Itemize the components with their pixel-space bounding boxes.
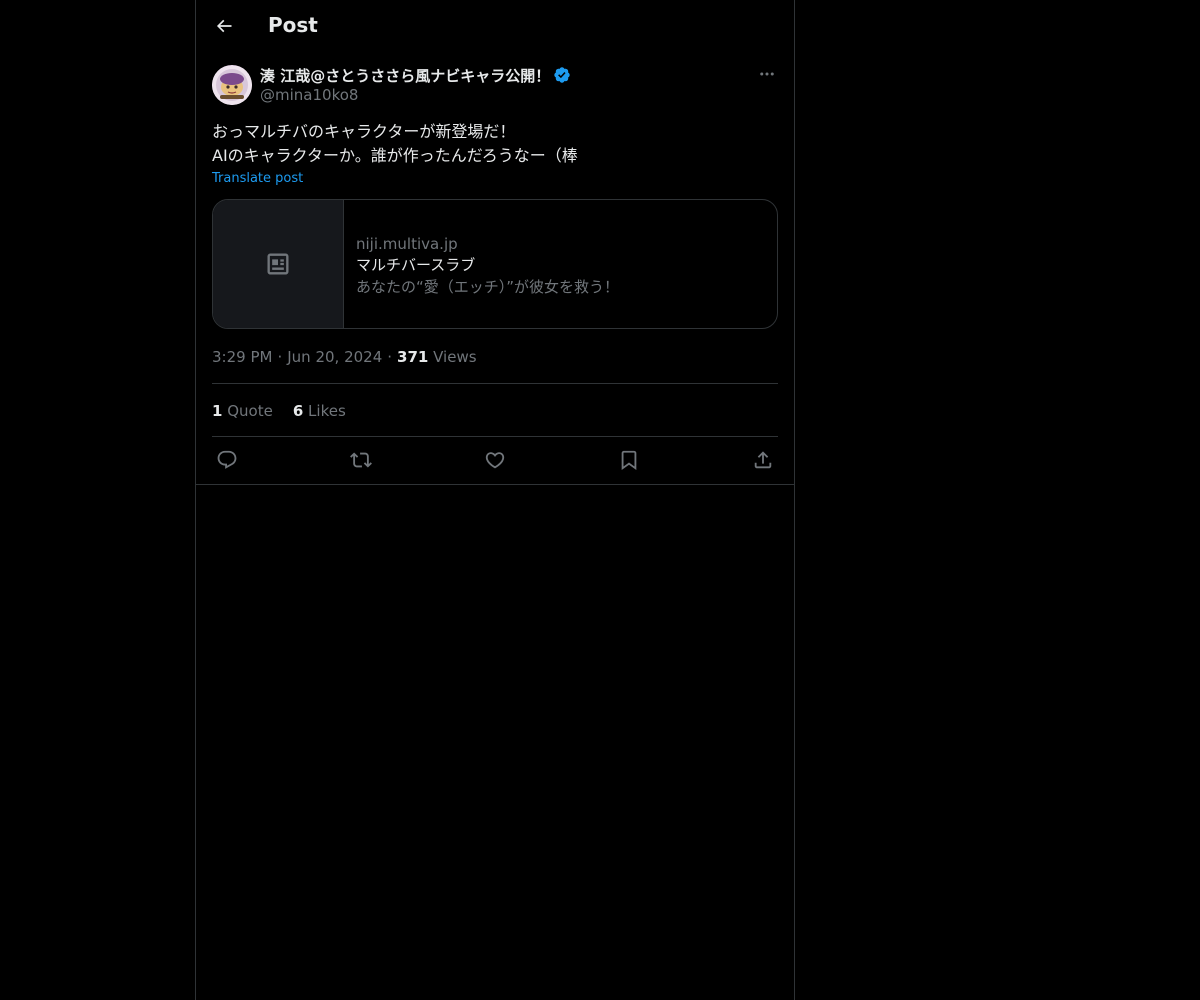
primary-column: Post 湊 江哉@さとうささら風ナビキャラ公開！ @mina10ko8 おっマ… — [195, 0, 795, 1000]
back-button[interactable] — [206, 8, 242, 44]
post-header: Post — [196, 0, 794, 53]
action-bar — [212, 447, 778, 473]
author-handle[interactable]: @mina10ko8 — [260, 86, 740, 104]
author-display-name[interactable]: 湊 江哉@さとうささら風ナビキャラ公開！ — [260, 65, 550, 86]
reply-icon — [217, 450, 237, 469]
repost-icon — [350, 452, 372, 468]
more-horizontal-icon — [760, 72, 774, 76]
post-text: おっマルチバのキャラクターが新登場だ！ AIのキャラクターか。誰が作ったんだろう… — [212, 120, 778, 168]
page-title: Post — [268, 13, 318, 37]
link-card-thumbnail — [213, 200, 344, 328]
share-button[interactable] — [748, 447, 778, 473]
post-time[interactable]: 3:29 PM — [212, 348, 272, 366]
divider — [212, 383, 778, 384]
link-card[interactable]: niji.multiva.jp マルチバースラブ あなたの“愛（エッチ）”が彼女… — [212, 199, 778, 329]
author-info: 湊 江哉@さとうささら風ナビキャラ公開！ @mina10ko8 — [260, 65, 740, 104]
link-card-domain: niji.multiva.jp — [356, 235, 458, 253]
more-options-button[interactable] — [756, 64, 778, 84]
bookmark-button[interactable] — [614, 447, 644, 473]
arrow-left-icon — [216, 19, 232, 33]
reply-button[interactable] — [212, 447, 242, 473]
avatar[interactable] — [212, 65, 252, 105]
article-icon — [267, 253, 289, 275]
avatar-image — [212, 65, 252, 105]
post-bottom-border — [196, 484, 794, 485]
post-date[interactable]: Jun 20, 2024 — [287, 348, 382, 366]
link-card-title: マルチバースラブ — [356, 256, 476, 274]
bookmark-icon — [621, 450, 637, 471]
translate-post-link[interactable]: Translate post — [212, 171, 303, 186]
share-icon — [754, 451, 772, 469]
post-text-line: おっマルチバのキャラクターが新登場だ！ — [212, 122, 516, 141]
divider — [212, 436, 778, 437]
engagement-stats: 1 Quote 6 Likes — [212, 402, 346, 420]
likes-label: Likes — [308, 402, 346, 420]
likes-count: 6 — [292, 402, 304, 420]
link-card-body: niji.multiva.jp マルチバースラブ あなたの“愛（エッチ）”が彼女… — [356, 234, 756, 298]
quotes-label: Quote — [227, 402, 273, 420]
post-text-line: AIのキャラクターか。誰が作ったんだろうなー（棒 — [212, 146, 578, 165]
likes-stat[interactable]: 6 Likes — [293, 402, 346, 420]
quotes-count: 1 — [212, 402, 223, 420]
views-label: Views — [433, 348, 477, 366]
repost-button[interactable] — [346, 447, 376, 473]
link-card-description: あなたの“愛（エッチ）”が彼女を救う！ — [356, 278, 620, 296]
views-count: 371 — [397, 348, 429, 366]
post-metadata: 3:29 PM · Jun 20, 2024 · 371 Views — [212, 348, 477, 366]
verified-badge-icon[interactable] — [553, 66, 571, 84]
like-button[interactable] — [480, 447, 510, 473]
like-icon — [485, 452, 505, 469]
quotes-stat[interactable]: 1 Quote — [212, 402, 273, 420]
